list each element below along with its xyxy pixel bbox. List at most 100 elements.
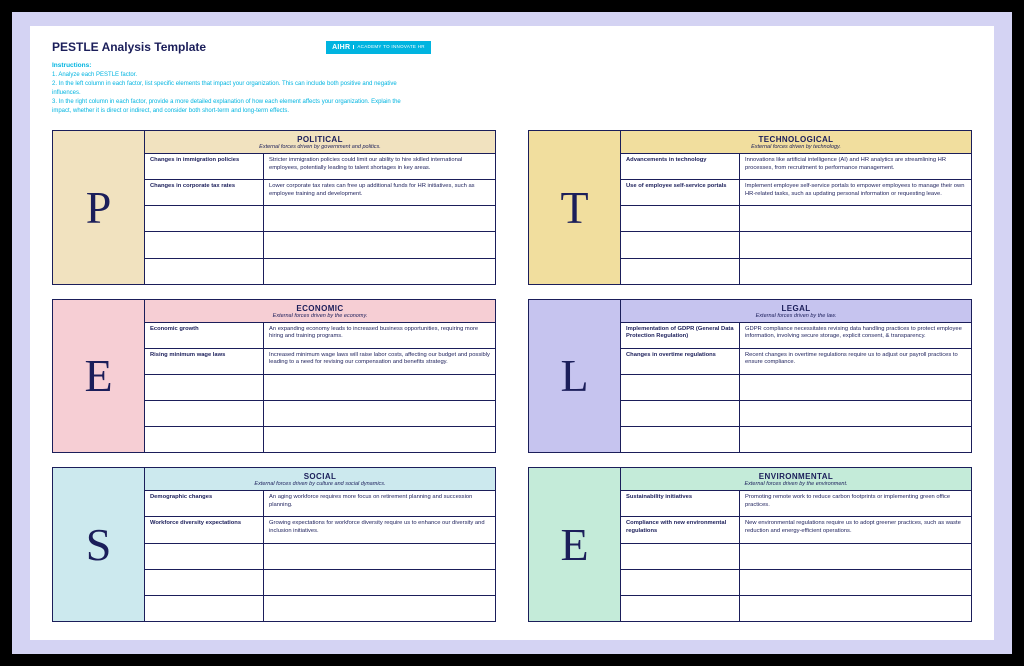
element-cell[interactable] xyxy=(145,570,264,595)
element-cell[interactable] xyxy=(145,375,264,400)
description-cell[interactable] xyxy=(264,570,495,595)
description-cell[interactable] xyxy=(264,544,495,569)
factor-rows: Demographic changesAn aging workforce re… xyxy=(145,491,495,621)
element-cell[interactable]: Demographic changes xyxy=(145,491,264,516)
element-cell[interactable] xyxy=(621,259,740,284)
factor-rows: Implementation of GDPR (General Data Pro… xyxy=(621,323,971,453)
table-row xyxy=(621,206,971,232)
element-cell[interactable]: Changes in corporate tax rates xyxy=(145,180,264,205)
element-cell[interactable]: Changes in overtime regulations xyxy=(621,349,740,374)
table-row xyxy=(621,259,971,284)
factor-block-environmental: EENVIRONMENTALExternal forces driven by … xyxy=(528,467,972,622)
logo-main: AIHR xyxy=(332,44,350,51)
table-row xyxy=(145,401,495,427)
element-cell[interactable]: Rising minimum wage laws xyxy=(145,349,264,374)
element-cell[interactable]: Advancements in technology xyxy=(621,154,740,179)
table-row xyxy=(145,259,495,284)
element-cell[interactable] xyxy=(621,596,740,621)
factor-header: TECHNOLOGICALExternal forces driven by t… xyxy=(621,131,971,154)
description-cell[interactable]: Lower corporate tax rates can free up ad… xyxy=(264,180,495,205)
factor-rows: Advancements in technologyInnovations li… xyxy=(621,154,971,284)
description-cell[interactable] xyxy=(740,375,971,400)
template-sheet: PESTLE Analysis Template AIHR ACADEMY TO… xyxy=(30,26,994,640)
element-cell[interactable] xyxy=(621,401,740,426)
description-cell[interactable] xyxy=(740,232,971,257)
element-cell[interactable] xyxy=(145,401,264,426)
factor-name: ENVIRONMENTAL xyxy=(625,472,967,481)
description-cell[interactable] xyxy=(264,259,495,284)
element-cell[interactable]: Implementation of GDPR (General Data Pro… xyxy=(621,323,740,348)
factor-subtitle: External forces driven by the law. xyxy=(625,313,967,319)
table-row xyxy=(621,570,971,596)
description-cell[interactable]: Recent changes in overtime regulations r… xyxy=(740,349,971,374)
element-cell[interactable]: Changes in immigration policies xyxy=(145,154,264,179)
description-cell[interactable]: Innovations like artificial intelligence… xyxy=(740,154,971,179)
description-cell[interactable]: Stricter immigration policies could limi… xyxy=(264,154,495,179)
description-cell[interactable] xyxy=(264,401,495,426)
description-cell[interactable] xyxy=(740,544,971,569)
table-row xyxy=(145,544,495,570)
factor-content: SOCIALExternal forces driven by culture … xyxy=(145,468,495,621)
description-cell[interactable]: New environmental regulations require us… xyxy=(740,517,971,542)
element-cell[interactable]: Sustainability initiatives xyxy=(621,491,740,516)
description-cell[interactable]: Promoting remote work to reduce carbon f… xyxy=(740,491,971,516)
factor-letter: L xyxy=(529,300,621,453)
description-cell[interactable] xyxy=(264,206,495,231)
factor-block-legal: LLEGALExternal forces driven by the law.… xyxy=(528,299,972,454)
description-cell[interactable] xyxy=(264,596,495,621)
description-cell[interactable] xyxy=(740,570,971,595)
description-cell[interactable] xyxy=(740,259,971,284)
table-row xyxy=(145,206,495,232)
page-border: PESTLE Analysis Template AIHR ACADEMY TO… xyxy=(12,12,1012,654)
element-cell[interactable]: Workforce diversity expectations xyxy=(145,517,264,542)
description-cell[interactable] xyxy=(740,206,971,231)
element-cell[interactable] xyxy=(145,544,264,569)
factor-rows: Economic growthAn expanding economy lead… xyxy=(145,323,495,453)
aihr-logo: AIHR ACADEMY TO INNOVATE HR xyxy=(326,41,431,54)
table-row: Changes in corporate tax ratesLower corp… xyxy=(145,180,495,206)
table-row xyxy=(621,544,971,570)
page-title: PESTLE Analysis Template xyxy=(52,40,206,54)
factor-subtitle: External forces driven by culture and so… xyxy=(149,481,491,487)
description-cell[interactable] xyxy=(740,401,971,426)
instructions-label: Instructions: xyxy=(52,62,972,69)
description-cell[interactable]: GDPR compliance necessitates revising da… xyxy=(740,323,971,348)
element-cell[interactable] xyxy=(621,570,740,595)
description-cell[interactable]: Implement employee self-service portals … xyxy=(740,180,971,205)
description-cell[interactable]: An expanding economy leads to increased … xyxy=(264,323,495,348)
description-cell[interactable] xyxy=(264,427,495,452)
element-cell[interactable] xyxy=(145,596,264,621)
element-cell[interactable]: Economic growth xyxy=(145,323,264,348)
element-cell[interactable]: Compliance with new environmental regula… xyxy=(621,517,740,542)
description-cell[interactable] xyxy=(264,232,495,257)
table-row: Changes in immigration policiesStricter … xyxy=(145,154,495,180)
table-row xyxy=(621,427,971,452)
description-cell[interactable]: Increased minimum wage laws will raise l… xyxy=(264,349,495,374)
table-row: Demographic changesAn aging workforce re… xyxy=(145,491,495,517)
element-cell[interactable] xyxy=(621,544,740,569)
element-cell[interactable] xyxy=(145,232,264,257)
element-cell[interactable] xyxy=(145,259,264,284)
logo-sub: ACADEMY TO INNOVATE HR xyxy=(353,45,424,50)
description-cell[interactable] xyxy=(264,375,495,400)
factor-block-economic: EECONOMICExternal forces driven by the e… xyxy=(52,299,496,454)
table-row xyxy=(621,401,971,427)
factor-subtitle: External forces driven by government and… xyxy=(149,144,491,150)
table-row: Use of employee self-service portalsImpl… xyxy=(621,180,971,206)
element-cell[interactable] xyxy=(621,427,740,452)
element-cell[interactable] xyxy=(621,375,740,400)
factor-name: TECHNOLOGICAL xyxy=(625,135,967,144)
table-row xyxy=(145,570,495,596)
description-cell[interactable] xyxy=(740,596,971,621)
element-cell[interactable] xyxy=(621,232,740,257)
element-cell[interactable] xyxy=(145,206,264,231)
description-cell[interactable]: An aging workforce requires more focus o… xyxy=(264,491,495,516)
description-cell[interactable]: Growing expectations for workforce diver… xyxy=(264,517,495,542)
header-row: PESTLE Analysis Template AIHR ACADEMY TO… xyxy=(52,40,972,54)
element-cell[interactable]: Use of employee self-service portals xyxy=(621,180,740,205)
factor-content: TECHNOLOGICALExternal forces driven by t… xyxy=(621,131,971,284)
description-cell[interactable] xyxy=(740,427,971,452)
element-cell[interactable] xyxy=(621,206,740,231)
table-row xyxy=(145,232,495,258)
element-cell[interactable] xyxy=(145,427,264,452)
